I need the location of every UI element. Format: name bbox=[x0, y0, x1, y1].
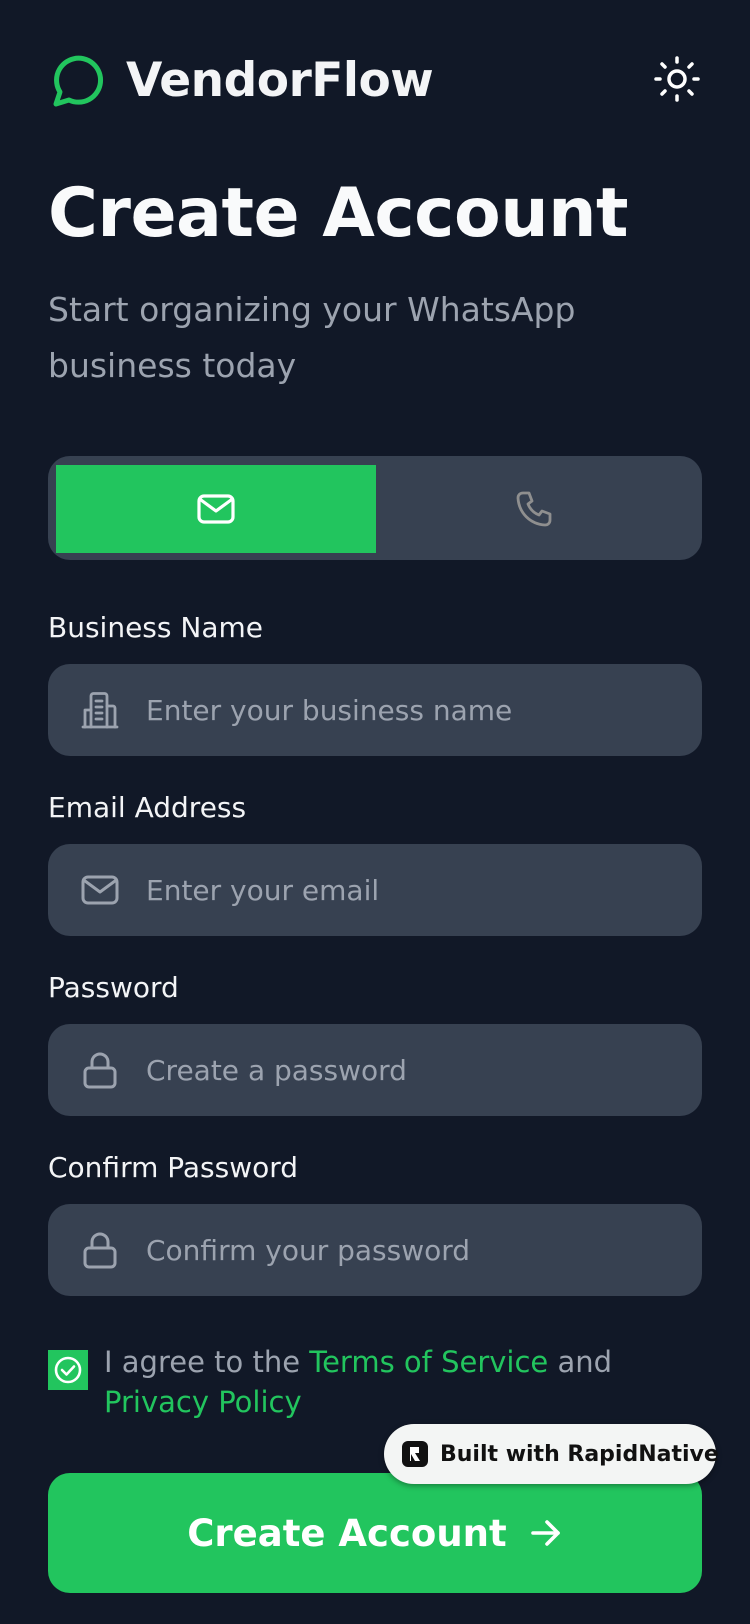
page-title: Create Account bbox=[48, 174, 629, 253]
business-name-label: Business Name bbox=[48, 611, 263, 644]
business-name-field[interactable] bbox=[48, 664, 702, 756]
agreement-text: I agree to the Terms of Service and Priv… bbox=[104, 1342, 704, 1422]
badge-text: Built with RapidNative bbox=[440, 1441, 719, 1467]
agreement-conjunction: and bbox=[548, 1345, 613, 1379]
mail-icon bbox=[81, 875, 119, 905]
lock-icon bbox=[83, 1052, 117, 1089]
privacy-link[interactable]: Privacy Policy bbox=[104, 1385, 302, 1419]
arrow-right-icon bbox=[530, 1520, 560, 1546]
terms-link[interactable]: Terms of Service bbox=[309, 1345, 548, 1379]
rapidnative-badge[interactable]: Built with RapidNative bbox=[384, 1424, 719, 1484]
mail-icon bbox=[197, 494, 235, 524]
theme-toggle-button[interactable] bbox=[652, 54, 702, 104]
check-circle-icon bbox=[54, 1356, 82, 1384]
agreement-prefix: I agree to the bbox=[104, 1345, 310, 1379]
sun-icon bbox=[654, 56, 700, 102]
app-name: VendorFlow bbox=[126, 53, 434, 108]
password-input[interactable] bbox=[146, 1024, 676, 1116]
building-icon bbox=[81, 692, 119, 729]
lock-icon bbox=[83, 1232, 117, 1269]
password-label: Password bbox=[48, 971, 179, 1004]
email-signup-tab[interactable] bbox=[56, 465, 376, 553]
chat-bubble-icon bbox=[53, 55, 104, 107]
agree-checkbox[interactable] bbox=[48, 1350, 88, 1390]
phone-signup-tab[interactable] bbox=[374, 465, 694, 553]
page-subtitle: Start organizing your WhatsApp business … bbox=[48, 290, 576, 385]
email-label: Email Address bbox=[48, 791, 247, 824]
app-header: VendorFlow bbox=[48, 50, 702, 114]
create-account-button[interactable]: Create Account bbox=[48, 1473, 702, 1593]
create-account-label: Create Account bbox=[187, 1511, 507, 1555]
signup-method-toggle bbox=[48, 456, 702, 560]
password-field[interactable] bbox=[48, 1024, 702, 1116]
confirm-password-field[interactable] bbox=[48, 1204, 702, 1296]
rapidnative-logo-icon bbox=[402, 1441, 428, 1467]
phone-icon bbox=[516, 491, 552, 527]
email-field[interactable] bbox=[48, 844, 702, 936]
business-name-input[interactable] bbox=[146, 664, 676, 756]
confirm-password-label: Confirm Password bbox=[48, 1151, 299, 1184]
email-input[interactable] bbox=[146, 844, 676, 936]
confirm-password-input[interactable] bbox=[146, 1204, 676, 1296]
